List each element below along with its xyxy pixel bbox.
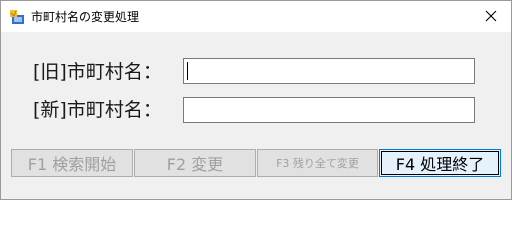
bottom-strip	[1, 187, 511, 199]
close-button[interactable]	[471, 1, 511, 32]
end-process-label: F4 処理終了	[395, 155, 485, 174]
text-caret	[187, 62, 188, 80]
window-title: 市町村名の変更処理	[31, 10, 140, 24]
app-icon	[9, 9, 25, 25]
title-bar[interactable]: 市町村名の変更処理	[1, 1, 511, 32]
change-button[interactable]: F2 変更	[134, 149, 256, 177]
old-municipality-label: [旧]市町村名：	[33, 61, 162, 83]
close-icon	[485, 7, 497, 26]
end-process-button[interactable]: F4 処理終了	[379, 149, 501, 177]
new-municipality-input[interactable]	[183, 97, 475, 123]
new-municipality-label: [新]市町村名：	[33, 99, 162, 121]
old-municipality-input[interactable]	[183, 58, 475, 84]
dialog-window: 市町村名の変更処理 [旧]市町村名： [新]市町村名： F1 検索開始 F2 変…	[0, 0, 512, 200]
search-start-button[interactable]: F1 検索開始	[11, 149, 133, 177]
change-all-remaining-button[interactable]: F3 残り全て変更	[257, 149, 378, 177]
